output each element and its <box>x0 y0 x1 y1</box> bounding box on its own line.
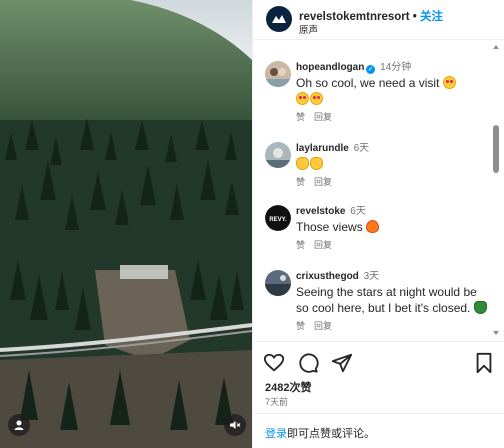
comment-like-link[interactable]: 赞 <box>296 240 305 250</box>
comment-time[interactable]: 14分钟 <box>380 62 411 73</box>
comment-text: Oh so cool, we need a visit <box>296 75 492 107</box>
comment-reply-link[interactable]: 回复 <box>314 240 332 250</box>
comment-reply-link[interactable]: 回复 <box>314 112 332 122</box>
avatar[interactable]: REVY. <box>265 205 291 231</box>
comment-username[interactable]: revelstoke <box>296 206 345 217</box>
comment-like-link[interactable]: 赞 <box>296 112 305 122</box>
post-header: revelstokemtnresort • 关注 原声 <box>253 0 504 40</box>
comment-reply-link[interactable]: 回复 <box>314 321 332 331</box>
footer-divider <box>253 413 504 414</box>
heart-icon[interactable] <box>263 352 285 374</box>
tree-emoji-icon <box>473 301 487 314</box>
comment-icon[interactable] <box>297 352 319 374</box>
scroll-up-arrow-icon[interactable] <box>493 44 499 50</box>
comment-text <box>296 156 492 172</box>
heart-eyes-emoji-icon <box>310 92 323 105</box>
post-time[interactable]: 7天前 <box>265 395 288 408</box>
account-avatar[interactable] <box>266 6 292 32</box>
follow-button[interactable]: 关注 <box>420 11 443 23</box>
avatar[interactable] <box>265 61 291 87</box>
revy-logo-text: REVY. <box>269 217 287 223</box>
clapping-emoji-icon <box>310 157 323 170</box>
heart-eyes-emoji-icon <box>442 76 456 89</box>
heart-eyes-emoji-icon <box>296 92 309 105</box>
share-icon[interactable] <box>331 352 353 374</box>
comment-text: Those views <box>296 219 492 235</box>
comments-list[interactable]: hopeandlogan ✓ 14分钟 Oh so cool, we need a… <box>253 41 504 341</box>
fire-emoji-icon <box>366 220 380 233</box>
scroll-down-arrow-icon[interactable] <box>493 330 499 336</box>
avatar[interactable] <box>265 270 291 296</box>
forest-bridge-scene <box>0 0 252 448</box>
comment-time[interactable]: 6天 <box>354 143 370 154</box>
login-link[interactable]: 登录 <box>265 428 287 440</box>
header-username-row: revelstokemtnresort • 关注 <box>299 8 443 24</box>
login-prompt-text: 即可点赞或评论。 <box>287 428 375 440</box>
avatar[interactable] <box>265 142 291 168</box>
login-prompt: 登录即可点赞或评论。 <box>265 425 375 441</box>
post-footer: 2482次赞 7天前 登录即可点赞或评论。 <box>253 341 504 448</box>
comment-time[interactable]: 3天 <box>364 271 380 282</box>
clapping-emoji-icon <box>296 157 309 170</box>
post-video[interactable] <box>0 0 252 448</box>
mute-icon[interactable] <box>224 414 246 436</box>
comment-username[interactable]: crixusthegod <box>296 271 359 282</box>
comment-text: Seeing the stars at night would be so co… <box>296 284 492 316</box>
separator-dot: • <box>412 11 417 23</box>
comment-like-link[interactable]: 赞 <box>296 177 305 187</box>
audio-label[interactable]: 原声 <box>299 22 318 36</box>
user-tag-icon[interactable] <box>8 414 30 436</box>
comment-username[interactable]: laylarundle <box>296 143 349 154</box>
like-count[interactable]: 2482次赞 <box>265 379 311 395</box>
post-sidebar: revelstokemtnresort • 关注 原声 hopeandlogan… <box>252 0 504 448</box>
comment-reply-link[interactable]: 回复 <box>314 177 332 187</box>
comments-scrollbar[interactable] <box>493 125 499 173</box>
post-actions <box>263 352 353 374</box>
comment-like-link[interactable]: 赞 <box>296 321 305 331</box>
bookmark-icon[interactable] <box>473 352 495 374</box>
comment-time[interactable]: 6天 <box>350 206 366 217</box>
comment-username[interactable]: hopeandlogan <box>296 62 364 73</box>
verified-badge-icon: ✓ <box>366 65 376 74</box>
